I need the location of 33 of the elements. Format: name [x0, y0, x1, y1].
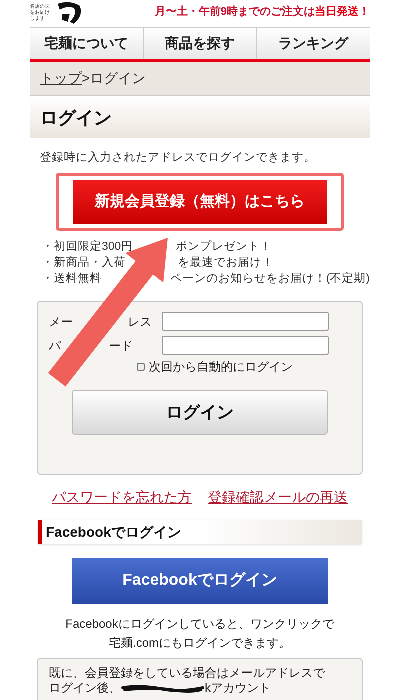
info-text: ログイン後、 [49, 681, 121, 696]
benefit-text: ポンプレゼント！ [176, 239, 272, 256]
info-text: 既に、会員登録をしている場合はメールアドレスで [49, 666, 326, 682]
intro-text: 登録時に入力されたアドレスでログインできます。 [40, 150, 317, 166]
benefit-text: ペーンのお知らせをお届け！(不定期) [170, 272, 370, 288]
delivery-notice: 月〜土・午前9時までのご注文は当日発送！ [154, 4, 370, 20]
text-link[interactable]: 登録確認メールの再送 [208, 487, 348, 508]
nav-tab[interactable]: 商品を探す [144, 28, 258, 59]
benefit-text: ・送料無料 [42, 272, 102, 288]
breadcrumb-link[interactable]: トップ [40, 68, 82, 89]
email-label: メー [49, 314, 73, 331]
auto-login-checkbox[interactable] [137, 363, 145, 372]
facebook-note: Facebookにログインしていると、ワンクリックで [66, 616, 334, 634]
email-label: レス [128, 314, 152, 331]
password-label: ード [109, 338, 133, 355]
login-button[interactable]: ログイン [72, 390, 328, 436]
password-label: パ [49, 338, 61, 355]
breadcrumb-current: >ログイン [82, 69, 146, 88]
benefit-text: ・新商品・入荷 [42, 255, 126, 272]
auto-login-label: 次回から自動的にログイン [149, 359, 293, 376]
benefit-text: を最速でお届け！ [178, 256, 274, 272]
page-title: ログイン [40, 106, 112, 130]
logo-icon [56, 2, 84, 26]
register-button[interactable]: 新規会員登録（無料）はこちら [73, 180, 327, 224]
info-text: kアカウント [205, 681, 271, 696]
password-field[interactable] [162, 336, 329, 356]
facebook-login-button[interactable]: Facebookでログイン [72, 558, 328, 604]
nav-tab[interactable]: 宅麺について [30, 28, 144, 59]
facebook-note: 宅麺.comにもログインできます。 [108, 635, 291, 652]
text-link[interactable]: パスワードを忘れた方 [52, 487, 192, 508]
email-field[interactable] [162, 312, 329, 332]
benefit-text: ・初回限定300円 [42, 239, 134, 256]
section-title: Facebookでログイン [46, 522, 182, 542]
